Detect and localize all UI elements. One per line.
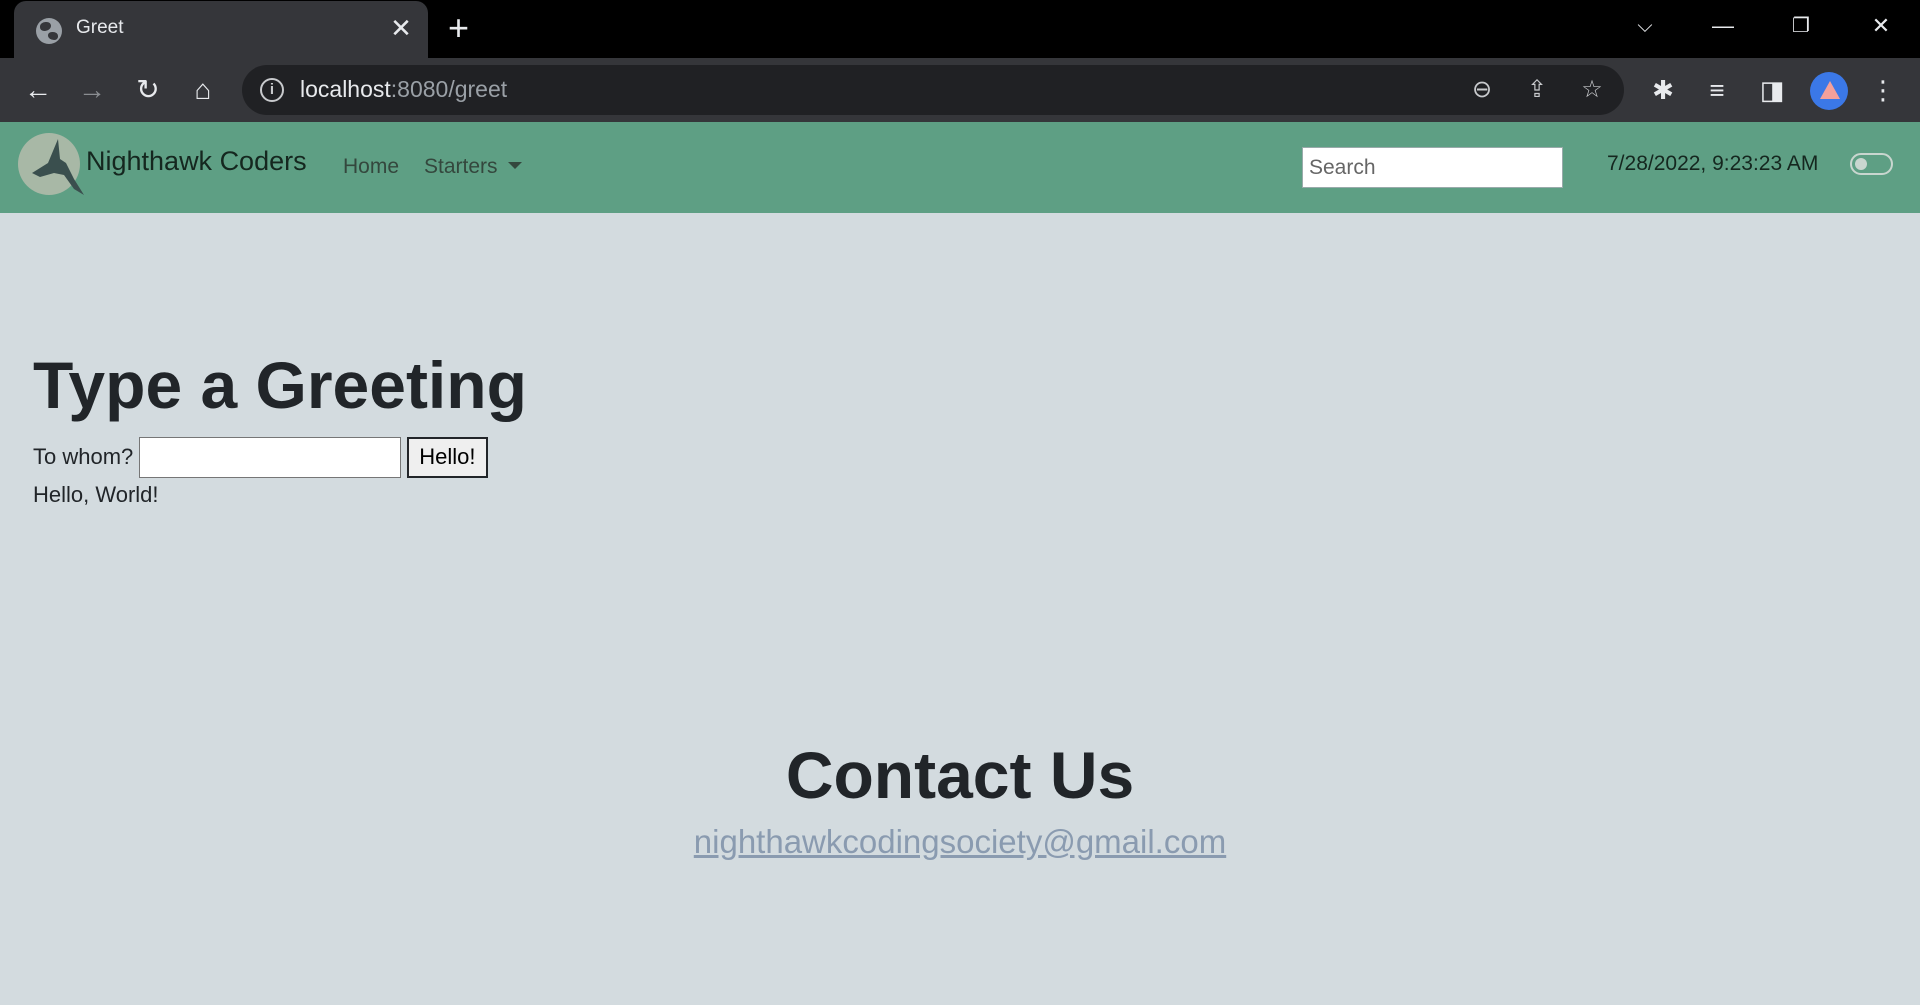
to-whom-label: To whom?	[33, 444, 134, 469]
nav-dropdown-label: Starters	[424, 155, 498, 178]
info-icon[interactable]: i	[260, 78, 284, 102]
caret-down-icon	[507, 161, 522, 169]
restore-icon[interactable]: ❐	[1781, 8, 1821, 44]
zoom-out-icon[interactable]: ⊖	[1465, 73, 1499, 107]
theme-toggle[interactable]	[1850, 153, 1893, 175]
minimize-icon[interactable]: —	[1703, 8, 1743, 44]
plus-icon[interactable]: +	[448, 10, 469, 46]
puzzle-icon[interactable]: ✱	[1643, 70, 1683, 110]
greeting-form: To whom? Hello!	[33, 436, 488, 478]
nav-link-home[interactable]: Home	[343, 155, 399, 179]
share-icon[interactable]: ⇪	[1520, 73, 1554, 107]
search-input[interactable]	[1302, 147, 1563, 188]
url-path: :8080/greet	[390, 76, 508, 102]
close-icon[interactable]: ✕	[388, 15, 414, 41]
star-icon[interactable]: ☆	[1575, 73, 1609, 107]
browser-toolbar: ← → ↻ ⌂ i localhost:8080/greet ⊖ ⇪ ☆ ✱ ≡…	[0, 58, 1920, 122]
kebab-menu-icon[interactable]: ⋮	[1863, 70, 1903, 110]
brand-name[interactable]: Nighthawk Coders	[86, 146, 307, 177]
forward-arrow-icon[interactable]: →	[72, 70, 112, 110]
url-host: localhost	[300, 76, 391, 102]
globe-icon	[36, 18, 62, 44]
home-icon[interactable]: ⌂	[183, 70, 223, 110]
profile-avatar[interactable]	[1810, 72, 1848, 110]
window-close-icon[interactable]: ✕	[1861, 8, 1901, 44]
media-queue-icon[interactable]: ≡	[1697, 70, 1737, 110]
name-input[interactable]	[139, 436, 402, 478]
clock-display: 7/28/2022, 9:23:23 AM	[1607, 152, 1819, 175]
hello-button[interactable]: Hello!	[407, 436, 488, 478]
url-text[interactable]: localhost:8080/greet	[300, 76, 507, 103]
back-arrow-icon[interactable]: ←	[18, 70, 58, 110]
browser-tab[interactable]: Greet ✕	[14, 1, 428, 58]
page-title: Type a Greeting	[33, 348, 527, 422]
greeting-output: Hello, World!	[33, 482, 159, 507]
tab-search-chevron-icon[interactable]: ⌵	[1625, 8, 1665, 44]
side-panel-icon[interactable]: ◨	[1752, 70, 1792, 110]
hawk-icon	[32, 139, 84, 195]
browser-tab-bar: Greet ✕ + ⌵ — ❐ ✕	[0, 0, 1920, 58]
address-bar[interactable]: i localhost:8080/greet ⊖ ⇪ ☆	[242, 65, 1624, 115]
tab-title: Greet	[76, 17, 124, 38]
contact-title: Contact Us	[785, 738, 1135, 812]
contact-email-container: nighthawkcodingsociety@gmail.com	[0, 823, 1920, 861]
contact-email-link[interactable]: nighthawkcodingsociety@gmail.com	[694, 823, 1226, 860]
site-navbar: Nighthawk Coders Home Starters 7/28/2022…	[0, 122, 1920, 213]
nighthawk-logo[interactable]	[18, 133, 84, 195]
nav-dropdown-starters[interactable]: Starters	[424, 155, 522, 179]
reload-icon[interactable]: ↻	[128, 70, 168, 110]
